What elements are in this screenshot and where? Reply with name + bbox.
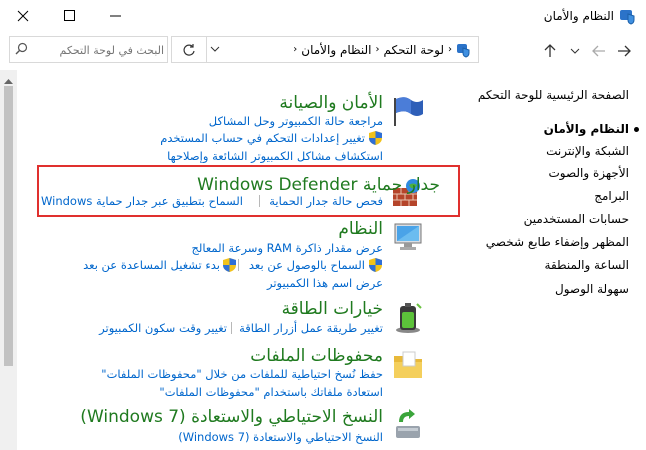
chevron-down-icon bbox=[210, 46, 220, 52]
link-separator bbox=[231, 322, 232, 334]
recent-locations-button[interactable] bbox=[565, 40, 585, 62]
maximize-button[interactable] bbox=[46, 0, 92, 31]
arrow-right-icon bbox=[618, 45, 631, 57]
file-history-title[interactable]: محفوظات الملفات bbox=[250, 346, 383, 366]
uac-shield-icon bbox=[223, 258, 236, 272]
vertical-scrollbar[interactable] bbox=[0, 70, 17, 450]
breadcrumb-system-security[interactable]: النظام والأمان bbox=[301, 43, 371, 57]
flag-icon bbox=[391, 94, 425, 128]
link-separator bbox=[238, 259, 239, 271]
sidebar-item-programs[interactable]: البرامج bbox=[594, 189, 629, 203]
power-options-title[interactable]: خيارات الطاقة bbox=[282, 299, 383, 319]
folder-icon bbox=[391, 348, 425, 382]
sidebar-item-appearance[interactable]: المظهر وإضفاء طابع شخصي bbox=[486, 235, 629, 249]
search-box[interactable] bbox=[9, 36, 168, 63]
refresh-icon bbox=[183, 43, 195, 56]
scrollbar-thumb[interactable] bbox=[4, 86, 13, 366]
review-status-link[interactable]: مراجعة حالة الكمبيوتر وحل المشاكل bbox=[209, 114, 383, 128]
allow-app-firewall-link[interactable]: السماح بتطبيق عبر جدار حماية Windows bbox=[41, 194, 243, 208]
close-icon bbox=[17, 10, 29, 21]
address-dropdown-button[interactable] bbox=[210, 43, 220, 57]
breadcrumb: ‹ لوحة التحكم ‹ النظام والأمان ‹ bbox=[293, 37, 472, 62]
address-bar[interactable]: ‹ لوحة التحكم ‹ النظام والأمان ‹ bbox=[171, 36, 479, 63]
arrow-up-icon bbox=[544, 44, 556, 57]
title-bar: النظام والأمان bbox=[0, 0, 646, 33]
battery-icon bbox=[391, 300, 425, 334]
refresh-button[interactable] bbox=[172, 37, 207, 62]
sidebar-item-ease-of-access[interactable]: سهولة الوصول bbox=[555, 282, 629, 296]
link-separator bbox=[259, 195, 260, 207]
allow-remote-access-link[interactable]: السماح بالوصول عن بعد bbox=[249, 258, 365, 272]
maximize-icon bbox=[63, 10, 75, 21]
current-item-bullet bbox=[634, 127, 639, 132]
sidebar-item-system-security[interactable]: النظام والأمان bbox=[544, 122, 629, 136]
scroll-up-icon[interactable] bbox=[4, 73, 13, 87]
back-button[interactable] bbox=[614, 40, 634, 62]
uac-shield-icon bbox=[369, 258, 382, 272]
system-title[interactable]: النظام bbox=[338, 219, 383, 239]
search-icon bbox=[15, 42, 28, 58]
firewall-status-link[interactable]: فحص حالة جدار الحماية bbox=[269, 194, 383, 208]
search-input[interactable] bbox=[34, 39, 166, 61]
power-buttons-link[interactable]: تغيير طريقة عمل أزرار الطاقة bbox=[239, 321, 383, 335]
minimize-icon bbox=[109, 15, 121, 17]
arrow-left-icon bbox=[592, 45, 605, 57]
computer-icon bbox=[391, 220, 425, 254]
chevron-down-icon bbox=[570, 48, 580, 54]
sidebar-item-hardware[interactable]: الأجهزة والصوت bbox=[548, 166, 629, 180]
sidebar-item-clock-region[interactable]: الساعة والمنطقة bbox=[545, 258, 629, 272]
save-backup-link[interactable]: حفظ نُسخ احتياطية للملفات من خلال "محفوظ… bbox=[101, 367, 383, 381]
sidebar-item-network[interactable]: الشبكة والإنترنت bbox=[546, 144, 629, 158]
view-computer-name-link[interactable]: عرض اسم هذا الكمبيوتر bbox=[267, 276, 383, 290]
forward-button[interactable] bbox=[589, 40, 609, 62]
control-panel-icon bbox=[457, 43, 470, 58]
backup-restore-link[interactable]: النسخ الاحتياطي والاستعادة (Windows 7) bbox=[178, 430, 383, 444]
security-maintenance-title[interactable]: الأمان والصيانة bbox=[279, 93, 383, 113]
uac-settings-link[interactable]: تغيير إعدادات التحكم في حساب المستخدم bbox=[160, 131, 365, 145]
minimize-button[interactable] bbox=[92, 0, 138, 31]
sidebar-item-user-accounts[interactable]: حسابات المستخدمين bbox=[524, 212, 629, 226]
window-title: النظام والأمان bbox=[543, 9, 614, 23]
troubleshoot-link[interactable]: استكشاف مشاكل الكمبيوتر الشائعة وإصلاحها bbox=[167, 149, 383, 163]
view-ram-link[interactable]: عرض مقدار ذاكرة RAM وسرعة المعالج bbox=[191, 241, 383, 255]
backup-restore-title[interactable]: النسخ الاحتياطي والاستعادة (Windows 7) bbox=[80, 407, 383, 427]
restore-files-link[interactable]: استعادة ملفاتك باستخدام "محفوظات الملفات… bbox=[159, 385, 383, 399]
up-button[interactable] bbox=[540, 40, 560, 62]
uac-shield-icon bbox=[369, 131, 382, 145]
sidebar-home-link[interactable]: الصفحة الرئيسية للوحة التحكم bbox=[478, 88, 629, 102]
backup-restore-icon bbox=[391, 408, 425, 442]
control-panel-icon bbox=[619, 7, 637, 25]
close-button[interactable] bbox=[0, 0, 46, 31]
breadcrumb-control-panel[interactable]: لوحة التحكم bbox=[384, 43, 445, 57]
remote-assistance-link[interactable]: بدء تشغيل المساعدة عن بعد bbox=[83, 258, 220, 272]
firewall-title[interactable]: جدار حماية Windows Defender bbox=[197, 175, 440, 195]
sleep-time-link[interactable]: تغيير وقت سكون الكمبيوتر bbox=[99, 321, 227, 335]
